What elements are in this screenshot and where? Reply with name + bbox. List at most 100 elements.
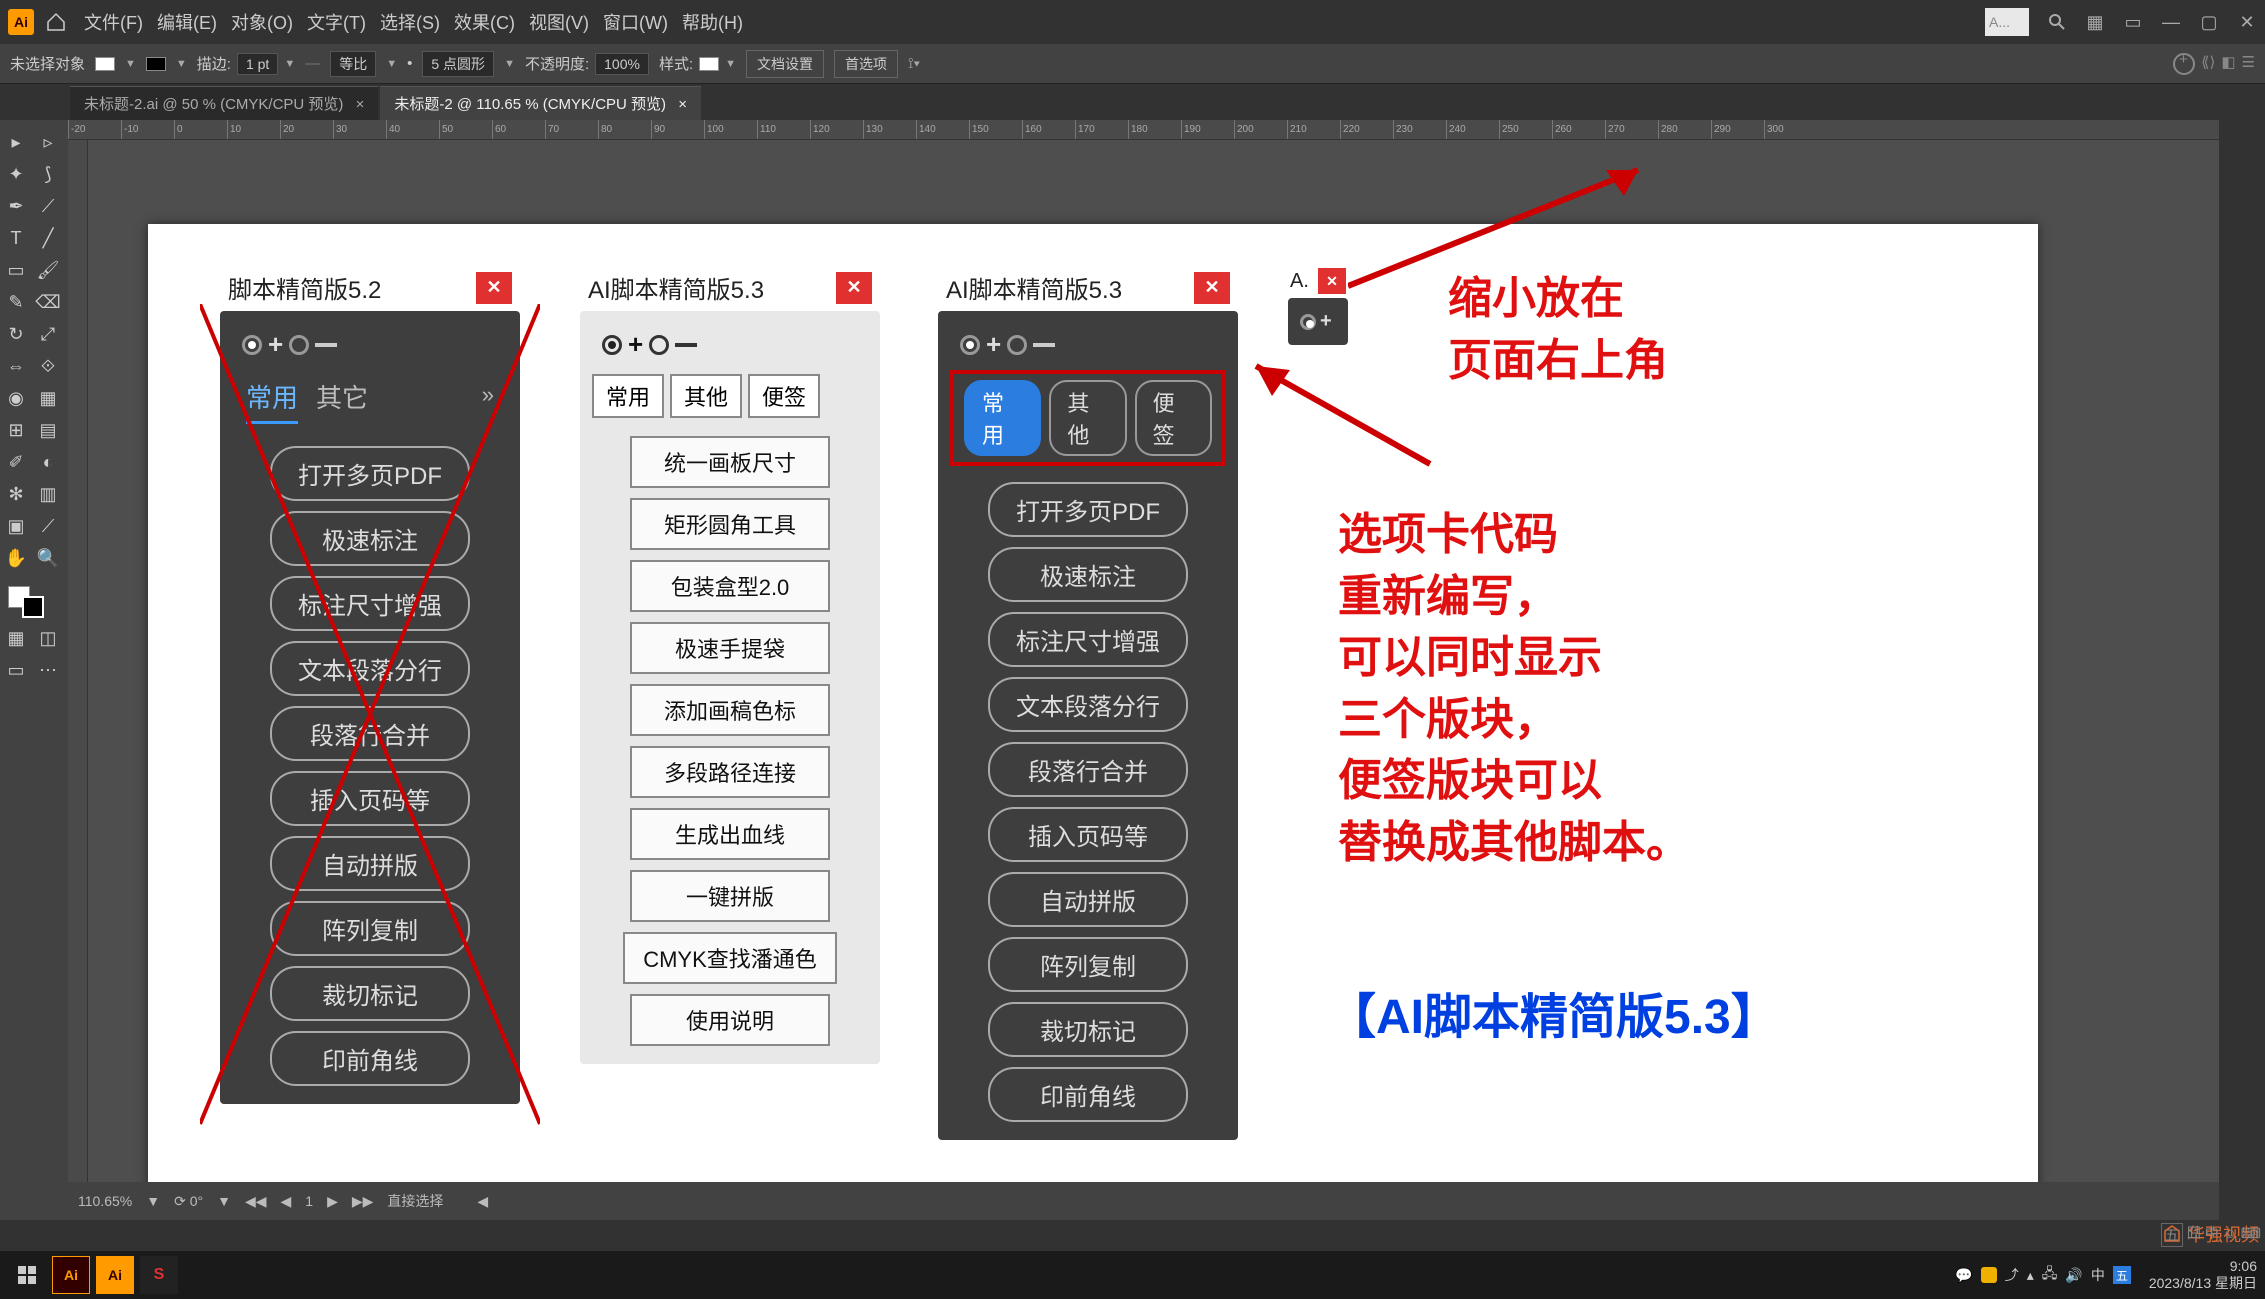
- panel-menu-icon[interactable]: ☰: [2242, 53, 2255, 75]
- menu-help[interactable]: 帮助(H): [682, 9, 743, 35]
- panel53light-tab-other[interactable]: 其他: [670, 374, 742, 418]
- rectangle-tool[interactable]: ▭: [0, 254, 32, 286]
- fill-swatch[interactable]: [95, 57, 115, 71]
- tray-volume-icon[interactable]: 🔊: [2065, 1267, 2082, 1284]
- panel53dark-close-button[interactable]: ✕: [1194, 272, 1230, 304]
- direct-selection-tool[interactable]: ▹: [32, 126, 64, 158]
- panel53dark-tab-other[interactable]: 其他: [1049, 380, 1126, 456]
- taskbar-ai-icon2[interactable]: Ai: [96, 1256, 134, 1294]
- tab-doc1[interactable]: 未标题-2.ai @ 50 % (CMYK/CPU 预览) ×: [70, 86, 378, 120]
- script-button[interactable]: 使用说明: [630, 994, 830, 1046]
- artboard-nav-prev[interactable]: ◀◀: [245, 1193, 267, 1210]
- start-button[interactable]: [8, 1256, 46, 1294]
- align-icon[interactable]: ⟟▾: [908, 55, 920, 72]
- artboard-tool[interactable]: ▣: [0, 510, 32, 542]
- menu-select[interactable]: 选择(S): [380, 9, 440, 35]
- canvas[interactable]: 脚本精简版5.2 ✕ + 常用 其它 » 打开多页PDF极速标注标注尺寸增强文本…: [88, 140, 2219, 1182]
- artboard-nav-next[interactable]: ▶: [327, 1193, 338, 1210]
- tray-upload-icon[interactable]: ⤴: [2005, 1265, 2019, 1285]
- script-button[interactable]: 打开多页PDF: [988, 482, 1188, 537]
- type-tool[interactable]: T: [0, 222, 32, 254]
- panel53dark-tab-notes[interactable]: 便签: [1135, 380, 1212, 456]
- stroke-weight[interactable]: 1 pt: [237, 53, 278, 75]
- panel52-tab-other[interactable]: 其它: [316, 378, 368, 424]
- fill-stroke-control[interactable]: [0, 582, 64, 622]
- rotate-tool[interactable]: ↻: [0, 318, 32, 350]
- panelmini-close-button[interactable]: ✕: [1318, 268, 1346, 294]
- style-swatch[interactable]: [699, 57, 719, 71]
- rotate-view-icon[interactable]: ⟳ 0°: [174, 1193, 203, 1210]
- stroke-swatch[interactable]: [146, 57, 166, 71]
- script-button[interactable]: 阵列复制: [988, 937, 1188, 992]
- shape-builder-tool[interactable]: ◉: [0, 382, 32, 414]
- edit-toolbar-icon[interactable]: ⋯: [32, 654, 64, 686]
- scroll-left-icon[interactable]: ◀: [477, 1193, 488, 1210]
- script-button[interactable]: 段落行合并: [270, 706, 470, 761]
- arrange-icon[interactable]: ▦: [2085, 12, 2105, 32]
- perspective-tool[interactable]: ▦: [32, 382, 64, 414]
- artboard-nav-back[interactable]: ◀: [281, 1193, 292, 1210]
- script-button[interactable]: 自动拼版: [988, 872, 1188, 927]
- hand-tool[interactable]: ✋: [0, 542, 32, 574]
- slice-tool[interactable]: ⟋: [32, 510, 64, 542]
- artboard-nav-last[interactable]: ▶▶: [352, 1193, 374, 1210]
- zoom-tool[interactable]: 🔍: [32, 542, 64, 574]
- panel53dark-tab-common[interactable]: 常用: [964, 380, 1041, 456]
- maximize-icon[interactable]: ▢: [2199, 12, 2219, 32]
- free-transform-tool[interactable]: ⟐: [32, 350, 64, 382]
- script-button[interactable]: 包装盒型2.0: [630, 560, 830, 612]
- gradient-tool[interactable]: ▤: [32, 414, 64, 446]
- script-button[interactable]: 标注尺寸增强: [988, 612, 1188, 667]
- script-button[interactable]: 插入页码等: [270, 771, 470, 826]
- tray-ime-icon[interactable]: 中: [2091, 1265, 2105, 1285]
- tab-close-icon[interactable]: ×: [356, 96, 365, 113]
- radio-off-icon[interactable]: [1007, 335, 1027, 355]
- menu-text[interactable]: 文字(T): [307, 9, 366, 35]
- screen-mode-icon[interactable]: ▭: [0, 654, 32, 686]
- taskbar-app-icon[interactable]: S: [140, 1256, 178, 1294]
- script-button[interactable]: 文本段落分行: [988, 677, 1188, 732]
- selection-tool[interactable]: ▸: [0, 126, 32, 158]
- radio-off-icon[interactable]: [289, 335, 309, 355]
- blend-tool[interactable]: ◐: [32, 446, 64, 478]
- document-setup-button[interactable]: 文档设置: [746, 50, 824, 78]
- panel53light-tab-notes[interactable]: 便签: [748, 374, 820, 418]
- script-button[interactable]: 生成出血线: [630, 808, 830, 860]
- ime-floating-bar[interactable]: 五 囧 中 ☺ ⌨: [2161, 1223, 2261, 1247]
- mesh-tool[interactable]: ⊞: [0, 414, 32, 446]
- curvature-tool[interactable]: ⟋: [32, 190, 64, 222]
- radio-on-icon[interactable]: [602, 335, 622, 355]
- menu-window[interactable]: 窗口(W): [603, 9, 668, 35]
- scale-tool[interactable]: ⤢: [32, 318, 64, 350]
- radio-off-icon[interactable]: [649, 335, 669, 355]
- radio-on-icon[interactable]: [960, 335, 980, 355]
- tab-close-icon[interactable]: ×: [678, 96, 687, 113]
- graph-tool[interactable]: ▥: [32, 478, 64, 510]
- tray-network-icon[interactable]: 🖧: [2042, 1263, 2058, 1287]
- tray-ime-badge[interactable]: 五: [2113, 1266, 2131, 1284]
- magic-wand-tool[interactable]: ✦: [0, 158, 32, 190]
- panel53light-tab-common[interactable]: 常用: [592, 374, 664, 418]
- panel53light-close-button[interactable]: ✕: [836, 272, 872, 304]
- paintbrush-tool[interactable]: 🖌: [32, 254, 64, 286]
- tray-notification-icon[interactable]: 💬: [1955, 1267, 1972, 1284]
- home-icon[interactable]: [44, 10, 68, 34]
- script-button[interactable]: 极速标注: [988, 547, 1188, 602]
- eyedropper-tool[interactable]: ✐: [0, 446, 32, 478]
- script-button[interactable]: 文本段落分行: [270, 641, 470, 696]
- workspace-icon[interactable]: ▭: [2123, 12, 2143, 32]
- panel52-close-button[interactable]: ✕: [476, 272, 512, 304]
- circle-plus-icon[interactable]: +: [2173, 53, 2195, 75]
- symbol-sprayer-tool[interactable]: ✻: [0, 478, 32, 510]
- collapse-icon[interactable]: ◧: [2221, 53, 2235, 75]
- eraser-tool[interactable]: ⌫: [32, 286, 64, 318]
- script-button[interactable]: 自动拼版: [270, 836, 470, 891]
- taskbar-ai-icon[interactable]: Ai: [52, 1256, 90, 1294]
- uniform-field[interactable]: 等比: [330, 51, 376, 77]
- script-button[interactable]: 印前角线: [988, 1067, 1188, 1122]
- panel52-tab-common[interactable]: 常用: [246, 378, 298, 424]
- tray-chevron-icon[interactable]: ▴: [2027, 1267, 2034, 1284]
- script-button[interactable]: 插入页码等: [988, 807, 1188, 862]
- menu-object[interactable]: 对象(O): [231, 9, 293, 35]
- menu-effect[interactable]: 效果(C): [454, 9, 515, 35]
